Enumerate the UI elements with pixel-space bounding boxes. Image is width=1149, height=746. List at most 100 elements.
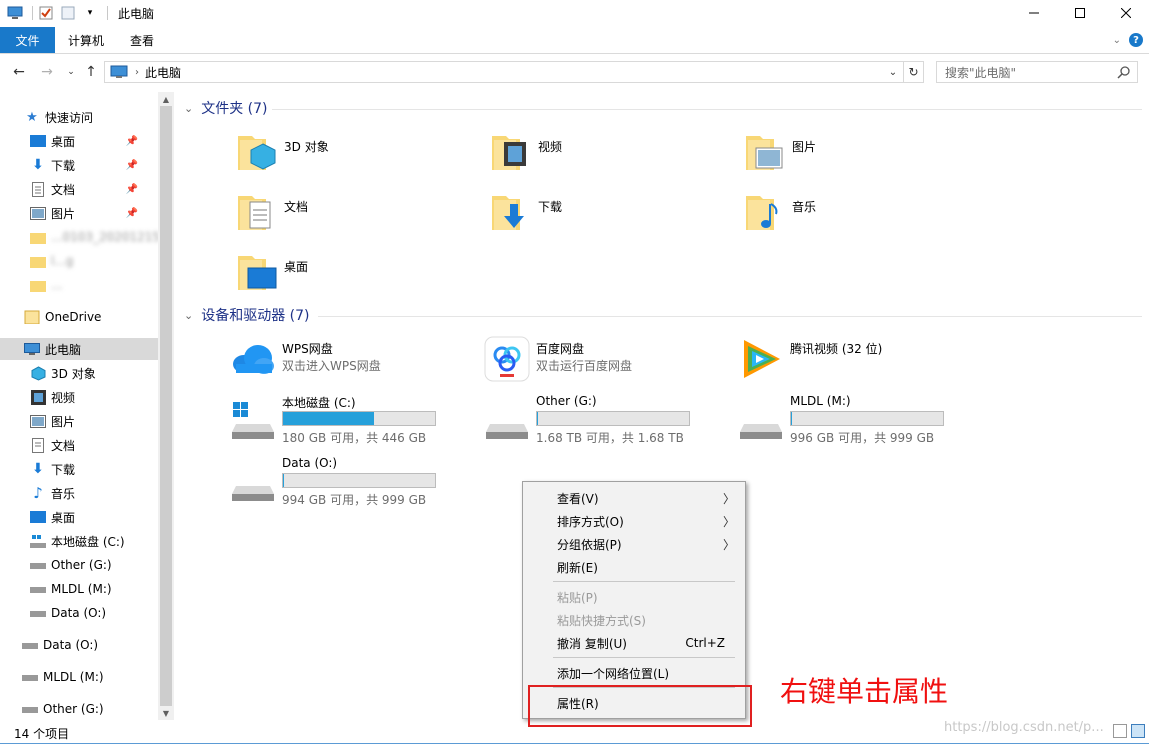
up-button[interactable]: ↑ [80, 61, 102, 83]
app-baidu-netdisk[interactable]: 百度网盘 双击运行百度网盘 [484, 336, 724, 382]
tab-file[interactable]: 文件 [0, 27, 55, 53]
drive-usage-bar [790, 411, 944, 426]
sidebar-item-drive-m-root[interactable]: MLDL (M:) [22, 666, 104, 688]
close-button[interactable] [1103, 0, 1149, 26]
drive-g[interactable]: Other (G:) 1.68 TB 可用，共 1.68 TB [484, 392, 694, 445]
sidebar-item-this-pc[interactable]: 此电脑 [0, 338, 158, 360]
sidebar-item-drive-g-root[interactable]: Other (G:) [22, 698, 104, 720]
customize-dropdown-icon[interactable]: ▾ [81, 4, 99, 22]
drive-o[interactable]: Data (O:) 994 GB 可用，共 999 GB [230, 454, 440, 507]
film-icon [30, 389, 46, 405]
download-icon: ⬇ [32, 157, 44, 173]
tiles-view-icon[interactable] [1131, 724, 1145, 738]
sidebar-item-desktop[interactable]: 桌面 📌 [30, 130, 158, 152]
collapse-chevron-icon[interactable]: ⌄ [184, 102, 193, 115]
minimize-button[interactable] [1011, 0, 1057, 26]
folder-documents[interactable]: 文档 [236, 190, 308, 234]
recent-dropdown-icon[interactable]: ⌄ [60, 61, 82, 83]
details-view-icon[interactable] [1113, 724, 1127, 738]
folder-icon [30, 229, 46, 245]
menu-item-view[interactable]: 查看(V) 〉 [523, 487, 745, 509]
scroll-thumb[interactable] [160, 106, 172, 706]
folder-videos[interactable]: 视频 [490, 130, 562, 174]
group-header-devices[interactable]: ⌄ 设备和驱动器 (7) [184, 304, 310, 326]
menu-separator [553, 581, 735, 582]
menu-item-paste-shortcut[interactable]: 粘贴快捷方式(S) [523, 609, 745, 631]
drive-usage-bar [282, 473, 436, 488]
sidebar-item-music[interactable]: ♪ 音乐 [30, 482, 75, 504]
folder-3d-objects[interactable]: 3D 对象 [236, 130, 329, 174]
sidebar-item-drive-g[interactable]: Other (G:) [30, 554, 112, 576]
annotation-highlight-box [528, 685, 752, 727]
menu-item-refresh[interactable]: 刷新(E) [523, 556, 745, 578]
document-icon [30, 437, 46, 453]
menu-item-undo-copy[interactable]: 撤消 复制(U) Ctrl+Z [523, 632, 745, 654]
computer-icon [6, 4, 24, 22]
breadcrumb-chevron-icon[interactable]: › [135, 67, 139, 78]
sidebar-item-onedrive[interactable]: OneDrive [24, 306, 101, 328]
sidebar-item-quick-access[interactable]: ★ 快速访问 [24, 106, 93, 128]
sidebar-item-3d-objects[interactable]: 3D 对象 [30, 362, 96, 384]
pin-icon[interactable]: 📌 [126, 160, 138, 171]
sidebar-item-drive-o[interactable]: Data (O:) [30, 602, 106, 624]
folder-music[interactable]: 音乐 [744, 190, 816, 234]
address-dropdown-icon[interactable]: ⌄ [885, 64, 901, 80]
nav-scrollbar[interactable]: ▲ ▼ [158, 92, 174, 720]
tab-computer[interactable]: 计算机 [55, 27, 117, 53]
menu-item-add-network-location[interactable]: 添加一个网络位置(L) [523, 662, 745, 684]
folder-desktop-icon [238, 256, 277, 290]
music-icon: ♪ [33, 484, 43, 502]
refresh-button[interactable]: ↻ [903, 62, 923, 82]
context-menu: 查看(V) 〉 排序方式(O) 〉 分组依据(P) 〉 刷新(E) 粘贴(P) … [522, 481, 746, 719]
new-folder-icon[interactable] [59, 4, 77, 22]
app-tencent-video[interactable]: 腾讯视频 (32 位) [738, 336, 978, 382]
sidebar-item-downloads[interactable]: ⬇ 下载 📌 [30, 154, 158, 176]
drive-usage-bar [282, 411, 436, 426]
folder-pictures[interactable]: 图片 [744, 130, 816, 174]
sidebar-item-pictures[interactable]: 图片 [30, 410, 75, 432]
sidebar-item-videos[interactable]: 视频 [30, 386, 75, 408]
sidebar-item-blurred-folder[interactable]: l...g [30, 250, 73, 272]
sidebar-item-drive-m[interactable]: MLDL (M:) [30, 578, 112, 600]
properties-icon[interactable] [37, 4, 55, 22]
menu-item-group[interactable]: 分组依据(P) 〉 [523, 533, 745, 555]
collapse-chevron-icon[interactable]: ⌄ [184, 309, 193, 322]
sidebar-item-blurred-folder[interactable]: ...0103_20201215 [30, 226, 160, 248]
folder-desktop[interactable]: 桌面 [236, 250, 308, 294]
title-bar: ▾ 此电脑 [0, 0, 1149, 26]
menu-item-paste[interactable]: 粘贴(P) [523, 586, 745, 608]
sidebar-item-documents[interactable]: 文档 📌 [30, 178, 158, 200]
app-wps-cloud[interactable]: WPS网盘 双击进入WPS网盘 [230, 336, 470, 382]
drive-c[interactable]: 本地磁盘 (C:) 180 GB 可用，共 446 GB [230, 392, 440, 445]
forward-button[interactable]: → [36, 61, 58, 83]
scroll-down-icon[interactable]: ▼ [158, 706, 174, 720]
sidebar-item-drive-o-root[interactable]: Data (O:) [22, 634, 98, 656]
sidebar-item-drive-c[interactable]: 本地磁盘 (C:) [30, 530, 125, 552]
back-button[interactable]: ← [8, 61, 30, 83]
search-input[interactable]: 搜索"此电脑" [936, 61, 1138, 83]
pin-icon[interactable]: 📌 [126, 184, 138, 195]
help-icon[interactable]: ? [1129, 33, 1143, 47]
sidebar-item-desktop[interactable]: 桌面 [30, 506, 75, 528]
maximize-button[interactable] [1057, 0, 1103, 26]
drive-icon [740, 424, 782, 439]
drive-m[interactable]: MLDL (M:) 996 GB 可用，共 999 GB [738, 392, 948, 445]
menu-item-sort[interactable]: 排序方式(O) 〉 [523, 510, 745, 532]
folder-downloads[interactable]: 下载 [490, 190, 562, 234]
tab-view[interactable]: 查看 [117, 27, 167, 53]
expand-ribbon-icon[interactable]: ⌄ [1113, 35, 1121, 46]
windows-drive-icon [232, 402, 274, 439]
submenu-arrow-icon: 〉 [722, 492, 735, 506]
pin-icon[interactable]: 📌 [126, 208, 138, 219]
pictures-icon [30, 413, 46, 429]
sidebar-item-downloads[interactable]: ⬇ 下载 [30, 458, 75, 480]
scroll-up-icon[interactable]: ▲ [158, 92, 174, 106]
pin-icon[interactable]: 📌 [126, 136, 138, 147]
breadcrumb-this-pc[interactable]: 此电脑 [145, 64, 181, 81]
sidebar-item-blurred-folder[interactable]: ... [30, 274, 62, 296]
address-bar[interactable]: › 此电脑 ⌄ ↻ [104, 61, 924, 83]
group-header-folders[interactable]: ⌄ 文件夹 (7) [184, 97, 268, 119]
sidebar-item-documents[interactable]: 文档 [30, 434, 75, 456]
sidebar-item-pictures[interactable]: 图片 📌 [30, 202, 158, 224]
drive-icon [22, 701, 38, 717]
